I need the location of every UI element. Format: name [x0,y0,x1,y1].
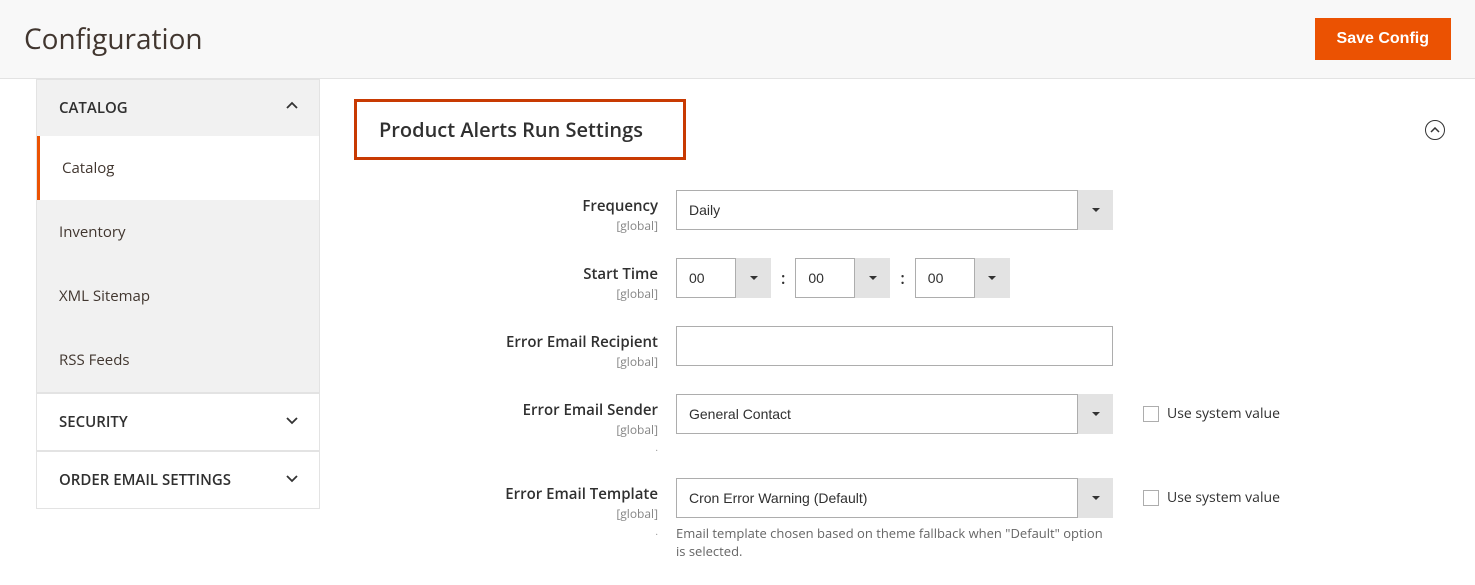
start-time-minute-select[interactable]: 00 [795,258,890,298]
use-system-label[interactable]: Use system value [1167,488,1280,507]
sidebar-item-rss-feeds[interactable]: RSS Feeds [37,328,319,392]
page-header: Configuration Save Config [0,0,1475,79]
nav-items-catalog: Catalog Inventory XML Sitemap RSS Feeds [37,136,319,392]
field-label: Error Email Template [336,484,658,504]
nav-group-header-order-email[interactable]: ORDER EMAIL SETTINGS [37,451,319,508]
nav-group-label: ORDER EMAIL SETTINGS [59,470,231,490]
use-system-wrap: Use system value [1143,394,1280,423]
start-time-hour-select[interactable]: 00 [676,258,771,298]
sidebar-item-catalog[interactable]: Catalog [37,136,319,200]
nav-group-header-security[interactable]: SECURITY [37,393,319,450]
form-table: Frequency [global] Daily [336,190,1445,560]
field-scope: [global] [336,285,658,302]
control-cell: General Contact Use system value [676,394,1445,434]
field-label: Start Time [336,264,658,284]
control-cell: Cron Error Warning (Default) Email templ… [676,478,1445,560]
page-title: Configuration [24,20,203,58]
use-system-checkbox-template[interactable] [1143,490,1159,506]
error-sender-select[interactable]: General Contact [676,394,1113,434]
field-label: Error Email Recipient [336,332,658,352]
footnote-dot: . [336,440,658,454]
select-wrap: Cron Error Warning (Default) [676,478,1113,518]
error-recipient-input[interactable] [676,326,1113,366]
time-separator: : [781,267,785,289]
field-scope: [global] [336,505,658,522]
label-cell: Start Time [global] [336,258,676,302]
main-container: CATALOG Catalog Inventory XML Sitemap RS… [0,79,1475,584]
field-scope: [global] [336,421,658,438]
label-cell: Frequency [global] [336,190,676,234]
nav-group-security: SECURITY [36,393,320,451]
label-cell: Error Email Template [global] . [336,478,676,538]
label-cell: Error Email Sender [global] . [336,394,676,454]
sidebar-item-inventory[interactable]: Inventory [37,200,319,264]
nav-group-catalog: CATALOG Catalog Inventory XML Sitemap RS… [36,79,320,393]
error-template-select[interactable]: Cron Error Warning (Default) [676,478,1113,518]
field-scope: [global] [336,217,658,234]
section-title: Product Alerts Run Settings [379,116,643,143]
select-wrap: General Contact [676,394,1113,434]
chevron-up-icon [285,98,299,118]
help-text: Email template chosen based on theme fal… [676,524,1113,560]
select-wrap: 00 [915,258,1010,298]
form-row-error-template: Error Email Template [global] . Cron Err… [336,478,1445,560]
form-row-start-time: Start Time [global] 00 : 00 [336,258,1445,302]
frequency-select[interactable]: Daily [676,190,1113,230]
nav-group-label: SECURITY [59,412,128,432]
form-row-error-sender: Error Email Sender [global] . General Co… [336,394,1445,454]
form-row-error-recipient: Error Email Recipient [global] [336,326,1445,370]
control-cell [676,326,1445,366]
section-title-highlight: Product Alerts Run Settings [354,99,686,160]
control-cell: Daily [676,190,1445,230]
chevron-down-icon [285,412,299,432]
label-cell: Error Email Recipient [global] [336,326,676,370]
use-system-checkbox-sender[interactable] [1143,406,1159,422]
sidebar: CATALOG Catalog Inventory XML Sitemap RS… [0,79,320,584]
section-header: Product Alerts Run Settings [336,79,1445,190]
form-row-frequency: Frequency [global] Daily [336,190,1445,234]
control-cell: 00 : 00 : 00 [676,258,1445,298]
chevron-down-icon [285,470,299,490]
sidebar-item-xml-sitemap[interactable]: XML Sitemap [37,264,319,328]
select-wrap: Daily [676,190,1113,230]
use-system-wrap: Use system value [1143,478,1280,507]
select-wrap: 00 [676,258,771,298]
select-wrap: 00 [795,258,890,298]
nav-group-order-email: ORDER EMAIL SETTINGS [36,451,320,509]
field-label: Error Email Sender [336,400,658,420]
field-scope: [global] [336,353,658,370]
time-group: 00 : 00 : 00 [676,258,1010,298]
time-separator: : [900,267,904,289]
footnote-dot: . [336,524,658,538]
use-system-label[interactable]: Use system value [1167,404,1280,423]
save-config-button[interactable]: Save Config [1315,18,1451,60]
content-area: Product Alerts Run Settings Frequency [g… [320,79,1475,584]
collapse-section-button[interactable] [1425,120,1445,140]
field-label: Frequency [336,196,658,216]
nav-group-header-catalog[interactable]: CATALOG [37,79,319,136]
start-time-second-select[interactable]: 00 [915,258,1010,298]
nav-group-label: CATALOG [59,98,128,118]
